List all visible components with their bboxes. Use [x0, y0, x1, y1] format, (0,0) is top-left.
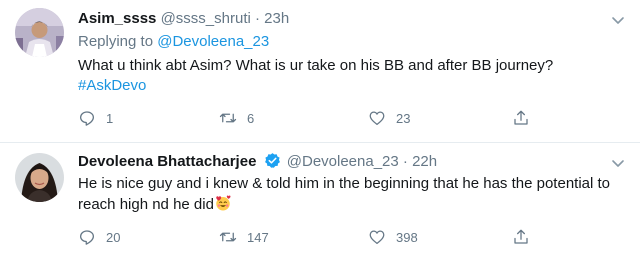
retweet-count: 147 [247, 229, 269, 245]
heart-icon [369, 111, 385, 126]
avatar-image [15, 153, 64, 202]
chevron-down-icon[interactable] [610, 155, 626, 171]
timestamp[interactable]: 22h [412, 153, 437, 170]
tweet-asim[interactable]: Asim_ssss @ssss_shruti · 23h Replying to… [0, 0, 640, 142]
separator-dot: · [255, 10, 260, 27]
tweet-body: What u think abt Asim? What is ur take o… [78, 57, 554, 74]
tweet-devoleena[interactable]: Devoleena Bhattacharjee @Devoleena_23 · … [0, 142, 640, 263]
tweet-text: He is nice guy and i knew & told him in … [78, 174, 622, 215]
hashtag-link[interactable]: #AskDevo [78, 76, 622, 96]
tweet-header: Asim_ssss @ssss_shruti · 23h [78, 9, 622, 29]
retweet-button[interactable]: 147 [219, 227, 269, 247]
heart-icon [369, 230, 385, 245]
verified-badge-icon [264, 153, 280, 168]
reply-button[interactable]: 20 [78, 227, 120, 247]
smiling-face-with-hearts-emoji [216, 195, 231, 211]
like-button[interactable]: 398 [368, 227, 418, 247]
reply-icon [79, 230, 95, 245]
like-count: 398 [396, 229, 418, 245]
retweet-icon [219, 232, 237, 242]
reply-icon [79, 111, 95, 126]
tweet-actions: 20 147 398 [78, 227, 622, 247]
replying-to-line: Replying to @Devoleena_23 [78, 32, 622, 52]
share-button[interactable] [512, 108, 530, 128]
share-button[interactable] [512, 227, 530, 247]
display-name[interactable]: Devoleena Bhattacharjee [78, 153, 256, 170]
reply-count: 1 [106, 110, 114, 126]
tweet-header: Devoleena Bhattacharjee @Devoleena_23 · … [78, 152, 622, 172]
replying-to-label: Replying to [78, 33, 154, 50]
timestamp[interactable]: 23h [264, 10, 289, 27]
like-button[interactable]: 23 [368, 108, 410, 128]
chevron-down-icon[interactable] [610, 12, 626, 28]
share-icon [514, 229, 528, 244]
retweet-button[interactable]: 6 [219, 108, 254, 128]
retweet-count: 6 [247, 110, 255, 126]
tweet-actions: 1 6 23 [78, 108, 622, 128]
avatar-image [15, 8, 64, 57]
display-name[interactable]: Asim_ssss [78, 10, 156, 27]
share-icon [514, 110, 528, 125]
tweet-text: What u think abt Asim? What is ur take o… [78, 56, 622, 96]
user-handle[interactable]: @ssss_shruti [161, 10, 251, 27]
like-count: 23 [396, 110, 411, 126]
tweet-body: He is nice guy and i knew & told him in … [78, 175, 611, 213]
avatar[interactable] [15, 8, 64, 57]
replying-to-mention[interactable]: @Devoleena_23 [157, 33, 269, 50]
retweet-icon [219, 113, 237, 123]
user-handle[interactable]: @Devoleena_23 [287, 153, 399, 170]
reply-count: 20 [106, 229, 121, 245]
reply-button[interactable]: 1 [78, 108, 113, 128]
separator-dot: · [402, 153, 408, 170]
avatar[interactable] [15, 153, 64, 202]
